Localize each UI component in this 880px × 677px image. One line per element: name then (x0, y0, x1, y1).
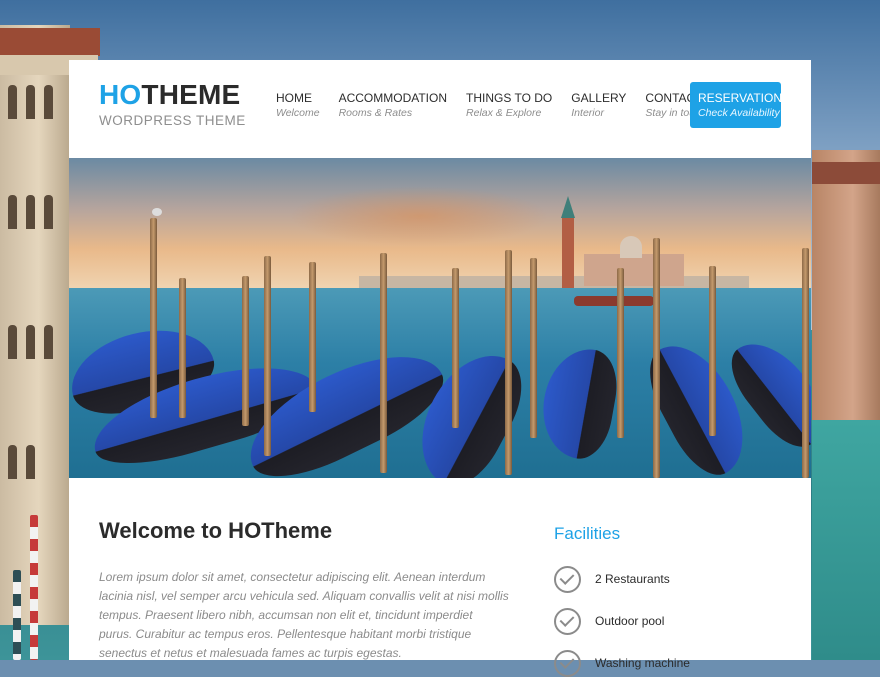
building-window (8, 325, 17, 359)
hero-dome (620, 236, 642, 258)
nav-label: THINGS TO DO (466, 91, 553, 105)
background-left-roof (0, 28, 100, 56)
building-window (26, 85, 35, 119)
building-window (8, 85, 17, 119)
facility-label: Outdoor pool (595, 614, 665, 628)
mooring-pole (653, 238, 660, 478)
building-window (44, 85, 53, 119)
nav-label: ACCOMMODATION (338, 91, 448, 105)
logo-tagline: WORDPRESS THEME (99, 113, 246, 128)
nav-item-accommodation[interactable]: ACCOMMODATION Rooms & Rates (339, 91, 447, 121)
mooring-pole (309, 262, 316, 412)
welcome-section: Welcome to HOTheme Lorem ipsum dolor sit… (69, 478, 811, 677)
building-window (26, 195, 35, 229)
welcome-heading: Welcome to HOTheme (99, 518, 333, 543)
building-window (44, 325, 53, 359)
nav-label: HOME (276, 91, 312, 105)
distant-boat (574, 296, 654, 306)
facility-label: 2 Restaurants (595, 572, 670, 586)
nav-item-home[interactable]: HOME Welcome (276, 91, 320, 121)
building-window (44, 195, 53, 229)
building-window (26, 325, 35, 359)
mooring-pole (13, 570, 21, 660)
background-right-building (812, 150, 880, 420)
site-logo[interactable]: HOTHEME WORDPRESS THEME (99, 80, 246, 129)
mooring-pole (617, 268, 624, 438)
nav-sublabel: Welcome (276, 107, 320, 119)
mooring-pole (179, 278, 186, 418)
nav-sublabel: Interior (571, 107, 604, 119)
building-window (26, 445, 35, 479)
reservation-label: RESERVATION (698, 91, 783, 105)
mooring-pole (264, 256, 271, 456)
mooring-pole (150, 218, 157, 418)
seagull (152, 208, 162, 216)
mooring-pole (380, 253, 387, 473)
building-window (8, 445, 17, 479)
mooring-pole (530, 258, 537, 438)
reservation-button[interactable]: RESERVATION Check Availability (690, 82, 783, 128)
hero-church (584, 254, 684, 286)
background-right-roof (812, 162, 880, 184)
facility-label: Washing machine (595, 656, 690, 670)
logo-rest: THEME (141, 79, 241, 110)
building-window (8, 195, 17, 229)
reservation-sublabel: Check Availability (698, 107, 780, 119)
mooring-pole (242, 276, 249, 426)
nav-item-gallery[interactable]: GALLERY Interior (571, 91, 626, 121)
nav-sublabel: Relax & Explore (466, 107, 542, 119)
welcome-paragraph: Lorem ipsum dolor sit amet, consectetur … (99, 570, 509, 660)
main-nav: HOME Welcome ACCOMMODATION Rooms & Rates… (276, 91, 725, 121)
mooring-pole (709, 266, 716, 436)
mooring-pole (802, 248, 809, 478)
hero-tower-spire (561, 196, 575, 218)
facilities-heading: Facilities (554, 524, 621, 543)
nav-item-things-to-do[interactable]: THINGS TO DO Relax & Explore (466, 91, 552, 121)
check-circle-icon (554, 650, 581, 677)
hero-image (69, 158, 811, 478)
site-header: HOTHEME WORDPRESS THEME HOME Welcome ACC… (69, 60, 811, 158)
mooring-pole (30, 515, 38, 660)
hero-bell-tower (562, 216, 574, 288)
page-card: HOTHEME WORDPRESS THEME HOME Welcome ACC… (69, 60, 811, 677)
check-circle-icon (554, 566, 581, 593)
nav-sublabel: Rooms & Rates (338, 107, 413, 119)
nav-label: GALLERY (571, 91, 627, 105)
hero-cloud (289, 186, 549, 246)
check-circle-icon (554, 608, 581, 635)
background-right-water (812, 420, 880, 660)
mooring-pole (505, 250, 512, 475)
mooring-pole (452, 268, 459, 428)
logo-accent: HO (99, 79, 142, 110)
logo-wordmark: HOTHEME (99, 80, 246, 110)
